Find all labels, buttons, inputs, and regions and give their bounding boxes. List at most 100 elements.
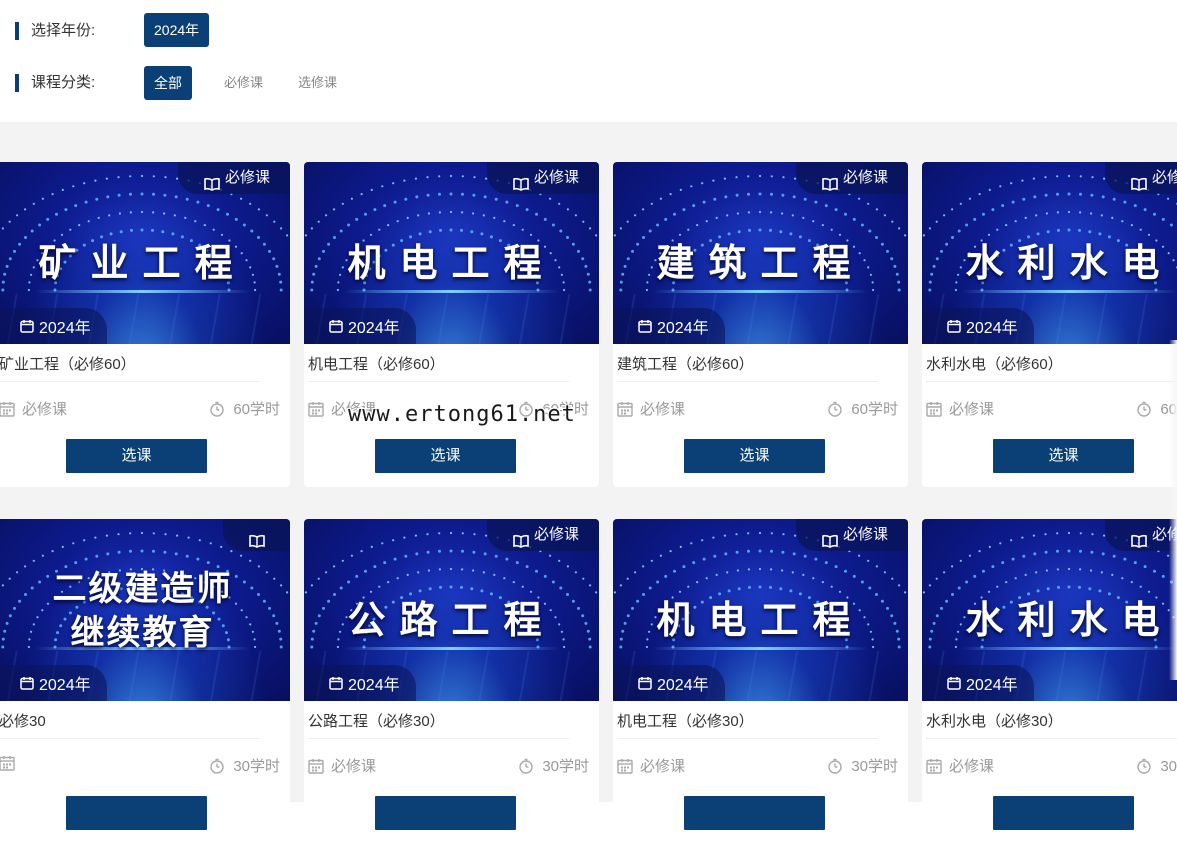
course-card[interactable]: 必修课 矿业工程 2024年矿业工程（必修60） 必修课 60学时选课 (0, 162, 290, 487)
select-course-button[interactable] (684, 796, 825, 830)
card-divider (926, 738, 1177, 739)
year-tag-label: 2024年 (39, 677, 91, 694)
year-tag: 2024年 (613, 308, 725, 344)
course-hours-text: 30学时 (542, 758, 589, 775)
course-type-text: 必修课 (949, 401, 995, 418)
course-type-meta: 必修课 (926, 755, 994, 776)
stopwatch-icon (1136, 401, 1152, 417)
banner-glow (962, 290, 1177, 293)
banner-glow (344, 290, 559, 293)
course-banner[interactable]: 二级建造师 继续教育 2024年 (0, 519, 290, 701)
course-banner[interactable]: 必修课 机电工程 2024年 (613, 519, 908, 701)
course-banner[interactable]: 必修课水利水电 2024年 (922, 162, 1177, 344)
course-hours-text: 30学时 (1160, 758, 1177, 775)
course-hours-text: 60学时 (233, 401, 280, 418)
card-divider (308, 381, 569, 382)
calendar-icon (20, 676, 34, 690)
select-course-button[interactable]: 选课 (375, 439, 516, 473)
badge-label: 必修课 (1151, 169, 1177, 186)
course-hours-text: 30学时 (851, 758, 898, 775)
course-type-text: 必修课 (640, 401, 686, 418)
course-title[interactable]: 公路工程（必修30） (308, 710, 445, 731)
banner-title-line-2: 继续教育 (70, 614, 215, 652)
badge-label: 必修课 (533, 169, 579, 186)
course-type-text: 必修课 (640, 758, 686, 775)
book-icon (1131, 528, 1147, 548)
stopwatch-icon (827, 401, 843, 417)
course-card[interactable]: 必修课水利水电2024年水利水电（必修60）必修课60学时选课 (922, 162, 1177, 487)
course-card[interactable]: 必修课 机电工程 2024年 机电工程（必修60） 必修课 60学时 选课 (304, 162, 599, 487)
course-card[interactable]: 二级建造师 继续教育 2024年必修30 30学时 (0, 519, 290, 844)
select-course-button[interactable]: 选课 (684, 439, 825, 473)
course-title[interactable]: 机电工程（必修60） (308, 353, 445, 374)
banner-glow (344, 647, 559, 650)
stopwatch-icon (518, 758, 534, 774)
course-type-meta: 必修课 (0, 398, 67, 419)
course-type-badge: 必修课 (486, 519, 599, 551)
badge-label: 必修课 (842, 169, 888, 186)
course-card[interactable]: 必修课水利水电2024年水利水电（必修30）必修课30学时 (922, 519, 1177, 844)
course-banner[interactable]: 必修课机电工程 2024年 (304, 162, 599, 344)
year-tag-label: 2024年 (966, 677, 1018, 694)
book-icon (204, 171, 220, 191)
book-icon (513, 171, 529, 191)
select-course-button[interactable] (66, 796, 207, 830)
book-icon (249, 528, 265, 548)
year-tag-label: 2024年 (348, 320, 400, 337)
category-filter-label: 课程分类: (31, 74, 96, 91)
course-banner[interactable]: 必修课水利水电 2024年 (922, 519, 1177, 701)
course-title[interactable]: 建筑工程（必修60） (617, 353, 754, 374)
select-course-button[interactable]: 选课 (66, 439, 207, 473)
category-option-all[interactable]: 全部 (144, 66, 192, 100)
badge-label: 必修课 (224, 169, 270, 186)
course-card[interactable]: 必修课 机电工程 2024年机电工程（必修30） 必修课 30学时 (613, 519, 908, 844)
banner-title: 水利水电 (965, 243, 1174, 285)
course-type-badge: 必修课 (1104, 519, 1177, 551)
course-type-meta: 必修课 (308, 755, 376, 776)
course-banner[interactable]: 必修课 矿业工程 2024年 (0, 162, 290, 344)
year-filter-marker (15, 22, 19, 40)
year-tag: 2024年 (922, 665, 1034, 701)
course-hours-meta: 30学时 (209, 755, 280, 776)
category-option-elective[interactable]: 选修课 (288, 66, 347, 100)
select-course-button[interactable]: 选课 (993, 439, 1134, 473)
year-tag-label: 2024年 (657, 677, 709, 694)
category-option-required[interactable]: 必修课 (214, 66, 273, 100)
course-type-text: 必修课 (22, 401, 68, 418)
course-type-text: 必修课 (949, 758, 995, 775)
course-card[interactable]: 必修课 建筑工程 2024年 建筑工程（必修60） 必修课 60学时 选课 (613, 162, 908, 487)
banner-glow (653, 647, 868, 650)
banner-title: 水利水电 (965, 600, 1174, 642)
year-option-2024[interactable]: 2024年 (144, 13, 210, 47)
year-tag: 2024年 (922, 308, 1034, 344)
year-filter-label: 选择年份: (31, 22, 96, 39)
card-divider (0, 738, 260, 739)
calendar-icon (20, 319, 34, 333)
course-title[interactable]: 机电工程（必修30） (617, 710, 754, 731)
course-title[interactable]: 必修30 (0, 710, 46, 731)
banner-title: 机电工程 (347, 243, 556, 285)
calendar-icon (947, 676, 961, 690)
course-card[interactable]: 必修课 公路工程 2024年公路工程（必修30） 必修课 30学时 (304, 519, 599, 844)
calendar-grid-icon (308, 401, 324, 417)
course-banner[interactable]: 必修课建筑工程 2024年 (613, 162, 908, 344)
calendar-icon (638, 319, 652, 333)
course-hours-meta: 30学时 (518, 755, 589, 776)
stopwatch-icon (1136, 758, 1152, 774)
year-tag: 2024年 (0, 308, 107, 344)
badge-label: 必修课 (842, 526, 888, 543)
select-course-button[interactable] (375, 796, 516, 830)
course-banner[interactable]: 必修课 公路工程 2024年 (304, 519, 599, 701)
banner-title: 二级建造师 继续教育 (0, 567, 290, 655)
banner-title: 建筑工程 (656, 243, 865, 285)
course-type-meta (0, 755, 22, 771)
banner-glow (962, 647, 1177, 650)
year-tag: 2024年 (613, 665, 725, 701)
course-title[interactable]: 水利水电（必修30） (926, 710, 1063, 731)
course-hours-meta: 30学时 (827, 755, 898, 776)
course-hours-text: 30学时 (233, 758, 280, 775)
select-course-button[interactable] (993, 796, 1134, 830)
course-title[interactable]: 水利水电（必修60） (926, 353, 1063, 374)
course-type-badge: 必修课 (486, 162, 599, 194)
course-title[interactable]: 矿业工程（必修60） (0, 353, 136, 374)
